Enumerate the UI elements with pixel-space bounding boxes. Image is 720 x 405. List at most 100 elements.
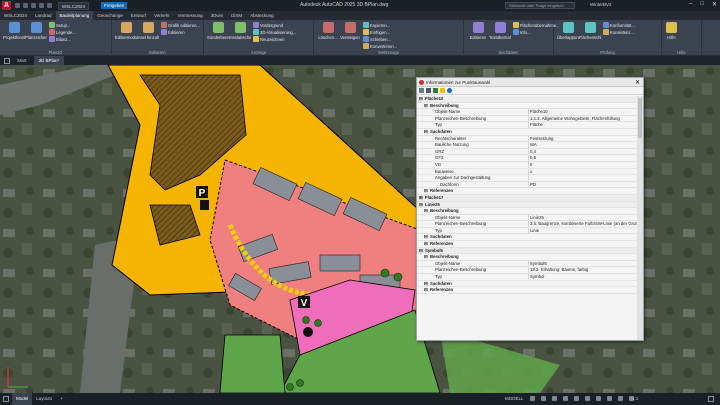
- v-marker[interactable]: V: [298, 296, 310, 309]
- tree-node[interactable]: ⊟ Symbol5: [417, 247, 637, 255]
- undo-icon[interactable]: [39, 3, 44, 8]
- tab-wslc2024[interactable]: WSLC2024: [0, 11, 31, 20]
- redo-icon[interactable]: [47, 3, 52, 8]
- tree-node[interactable]: ⊟ Linie25: [417, 201, 637, 209]
- tree-node[interactable]: ⊟ Beschreibung: [417, 208, 637, 215]
- lineweight-icon[interactable]: [585, 396, 590, 401]
- layout-tab-layout1[interactable]: Layout1: [32, 393, 56, 405]
- expand-toggle-icon[interactable]: ⊟: [424, 254, 428, 261]
- ribbon-button-grafik-editieren[interactable]: Grafik editieren...: [161, 22, 200, 28]
- workspace-select[interactable]: WSLC2024: [58, 1, 90, 10]
- ribbon-button-l-schen[interactable]: Löschen...: [317, 22, 339, 40]
- annotation-scale[interactable]: 1:1: [632, 396, 638, 401]
- info-panel[interactable]: Informationen zur Punktauswahl ✕ ⊟ Fläche…: [416, 77, 644, 341]
- open-icon[interactable]: [23, 3, 28, 8]
- ribbon-button-fl-chenschluss[interactable]: Flächenschluss...: [579, 22, 601, 40]
- ribbon-button--berlappung[interactable]: Überlappung: [557, 22, 579, 40]
- tab-bauleitplanung[interactable]: Bauleitplanung: [55, 11, 94, 20]
- ribbon-button-versteigen[interactable]: Versteigen: [339, 22, 361, 40]
- ribbon-button-editiermodus[interactable]: Editiermodus: [115, 22, 137, 40]
- ribbon-button-kopieren[interactable]: Kopieren...: [363, 22, 390, 28]
- save-icon[interactable]: [31, 3, 36, 8]
- ribbon-button-konvertieren[interactable]: Konvertieren...: [363, 43, 397, 49]
- tree-node[interactable]: ⊟ Referenzen: [417, 287, 637, 294]
- ribbon-button-insel-hinzuf-gen[interactable]: Insel hinzufügen: [137, 22, 159, 40]
- layout-tab-model[interactable]: Model: [12, 393, 33, 405]
- tab-vermessung[interactable]: Vermessung: [174, 11, 207, 20]
- ribbon-button-schieben[interactable]: Schieben...: [363, 36, 391, 42]
- menu-icon[interactable]: [4, 57, 10, 64]
- tree-node[interactable]: ⊟ Beschreibung: [417, 102, 637, 110]
- share-button[interactable]: Freigeben: [101, 2, 128, 9]
- expand-toggle-icon[interactable]: ⊟: [424, 188, 428, 195]
- ribbon-button-bilanz[interactable]: Bilanz...: [49, 36, 71, 42]
- polar-icon[interactable]: [563, 396, 568, 401]
- help-search-input[interactable]: Stichwort oder Frage eingeben: [505, 2, 575, 9]
- selection-cycling-icon[interactable]: [607, 396, 612, 401]
- panel-scrollbar[interactable]: [637, 96, 643, 340]
- print-icon[interactable]: [426, 88, 431, 93]
- tab-absteckung[interactable]: Absteckung: [246, 11, 278, 20]
- highlight-icon[interactable]: [440, 88, 445, 93]
- ribbon-button-editieren[interactable]: Editieren: [467, 22, 489, 40]
- tree-node[interactable]: ⊟ Fläche10: [417, 96, 637, 103]
- expand-toggle-icon[interactable]: ⊟: [424, 208, 428, 215]
- info-panel-titlebar[interactable]: Informationen zur Punktauswahl ✕: [417, 78, 643, 87]
- tab-geoschange[interactable]: Geoschange: [93, 11, 127, 20]
- tree-node[interactable]: ⊟ Sachdaten: [417, 280, 637, 288]
- expand-toggle-icon[interactable]: ⊟: [424, 234, 428, 241]
- expand-toggle-icon[interactable]: ⊟: [424, 281, 428, 288]
- expand-toggle-icon[interactable]: ⊞: [419, 195, 423, 202]
- tab-entwurf[interactable]: Entwurf: [127, 11, 150, 20]
- ribbon-button-konsistenz[interactable]: Konsistenz...: [603, 29, 634, 35]
- ribbon-button-inselabschnitt-ausblenden[interactable]: Inselabschnitt ausblenden: [229, 22, 251, 40]
- expand-toggle-icon[interactable]: ⊟: [419, 202, 423, 209]
- close-button[interactable]: ✕: [712, 1, 717, 8]
- ortho-icon[interactable]: [552, 396, 557, 401]
- expand-toggle-icon[interactable]: ⊟: [424, 241, 428, 248]
- annotation-icon[interactable]: [618, 396, 623, 401]
- customize-icon[interactable]: [708, 396, 714, 402]
- scroll-thumb[interactable]: [638, 98, 642, 138]
- ribbon-button-text-bernahme[interactable]: Textübernahme...: [489, 22, 511, 40]
- tab-verkehr[interactable]: Verkehr: [150, 11, 174, 20]
- autocad-logo[interactable]: A: [2, 1, 11, 10]
- tab-3dwin[interactable]: 3Dwin: [207, 11, 228, 20]
- ribbon-button-projektfenster[interactable]: Projektfenster...: [3, 22, 25, 40]
- transparency-icon[interactable]: [596, 396, 601, 401]
- zoom-icon[interactable]: [419, 88, 424, 93]
- ribbon-button-vordergrund[interactable]: Vordergrund: [253, 22, 283, 28]
- ribbon-button-konformit-t[interactable]: Konformität...: [603, 22, 635, 28]
- expand-toggle-icon[interactable]: ⊟: [419, 248, 423, 255]
- ribbon-button-3d-visualisierung[interactable]: 3D-Visualisierung...: [253, 29, 296, 35]
- layout-menu-icon[interactable]: [3, 396, 9, 402]
- model-space-label[interactable]: MODELL: [505, 396, 524, 401]
- ribbon-button-planzeichenmanager[interactable]: Planzeichenmanager...: [25, 22, 47, 40]
- user-account[interactable]: WinterBV2: [590, 2, 612, 7]
- expand-toggle-icon[interactable]: ⊟: [424, 287, 428, 294]
- snap-icon[interactable]: [541, 396, 546, 401]
- osnap-icon[interactable]: [574, 396, 579, 401]
- tab-landrad[interactable]: Landrad: [31, 11, 56, 20]
- ribbon-button-neuzeichnen[interactable]: Neuzeichnen: [253, 36, 284, 42]
- tab-dixm[interactable]: DiXM: [227, 11, 246, 20]
- ribbon-button-einf-gen[interactable]: Einfügen...: [363, 29, 390, 35]
- tree-node[interactable]: ⊟ Sachdaten: [417, 128, 637, 136]
- minimize-button[interactable]: –: [689, 1, 692, 8]
- tree-node[interactable]: ⊞ Fläche17: [417, 194, 637, 202]
- ribbon-button-sonderbereich[interactable]: Sonderbereich: [207, 22, 229, 40]
- doc-tab-3d-bplan[interactable]: 3D BPlan*: [33, 56, 65, 65]
- expand-toggle-icon[interactable]: ⊟: [424, 103, 428, 110]
- ribbon-button-legende[interactable]: Legende...: [49, 29, 76, 35]
- ribbon-button-info[interactable]: Info...: [513, 29, 530, 35]
- expand-toggle-icon[interactable]: ⊟: [424, 129, 428, 136]
- grid-icon[interactable]: [530, 396, 535, 401]
- expand-toggle-icon[interactable]: ⊟: [419, 96, 423, 103]
- panel-close-button[interactable]: ✕: [635, 79, 640, 86]
- doc-tab-start[interactable]: Start: [12, 56, 32, 65]
- parking-marker[interactable]: P: [196, 186, 208, 199]
- new-icon[interactable]: [15, 3, 20, 8]
- ribbon-button-hilfe[interactable]: Hilfe: [666, 22, 677, 40]
- tree-node[interactable]: ⊟ Referenzen: [417, 188, 637, 195]
- ribbon-button-setup[interactable]: Setup...: [49, 22, 70, 28]
